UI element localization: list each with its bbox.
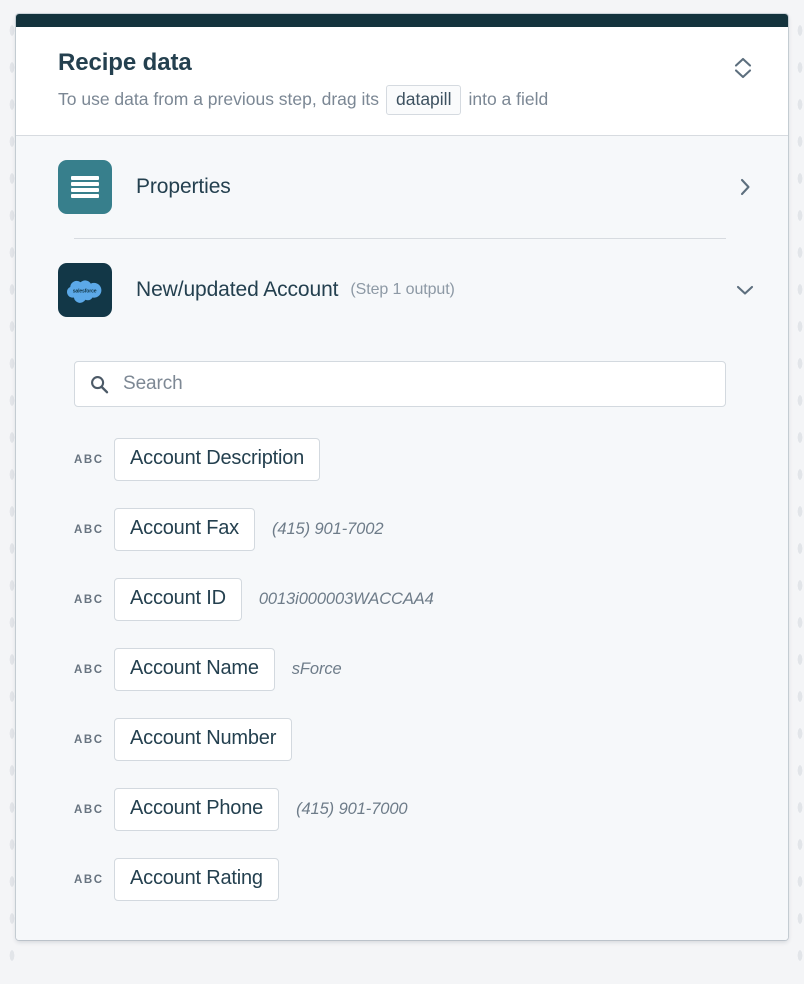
datapill-account-id[interactable]: Account ID [114, 578, 242, 622]
subtitle-text-after: into a field [468, 88, 549, 109]
svg-text:salesforce: salesforce [73, 288, 97, 294]
list-item[interactable]: ABC Account Name sForce [16, 635, 788, 705]
datapill-field-list: ABC Account Description ABC Account Fax … [16, 425, 788, 915]
section-account-label: New/updated Account [136, 277, 339, 301]
list-item[interactable]: ABC Account Description [16, 425, 788, 495]
datapill-account-name[interactable]: Account Name [114, 648, 275, 692]
search-field[interactable] [74, 360, 726, 407]
datapill-account-fax[interactable]: Account Fax [114, 508, 255, 552]
field-type-tag: ABC [74, 873, 104, 886]
field-sample-value: 0013i000003WACCAA4 [258, 590, 434, 609]
search-input[interactable] [121, 371, 711, 396]
list-lines-glyph [71, 175, 99, 198]
field-type-tag: ABC [74, 453, 104, 466]
list-item[interactable]: ABC Account Phone (415) 901-7000 [16, 775, 788, 845]
field-sample-value: sForce [291, 660, 342, 679]
section-new-updated-account[interactable]: salesforce New/updated Account (Step 1 o… [16, 239, 788, 341]
datapill-account-rating[interactable]: Account Rating [114, 858, 279, 902]
section-properties-label: Properties [136, 174, 231, 198]
datapill-account-description[interactable]: Account Description [114, 438, 321, 482]
field-type-tag: ABC [74, 523, 104, 536]
field-type-tag: ABC [74, 803, 104, 816]
list-item[interactable]: ABC Account Rating [16, 845, 788, 915]
panel-header: Recipe data To use data from a previous … [16, 27, 788, 136]
list-item[interactable]: ABC Account Number [16, 705, 788, 775]
datapill-account-number[interactable]: Account Number [114, 718, 293, 762]
field-type-tag: ABC [74, 593, 104, 606]
page-background-dots-left [0, 0, 16, 984]
chevron-down-icon[interactable] [732, 277, 758, 303]
chevron-right-icon[interactable] [732, 174, 758, 200]
subtitle-text-before: To use data from a previous step, drag i… [58, 88, 379, 109]
field-type-tag: ABC [74, 663, 104, 676]
section-properties[interactable]: Properties [16, 136, 788, 238]
field-sample-value: (415) 901-7002 [271, 520, 384, 539]
datapill-example[interactable]: datapill [386, 84, 462, 115]
field-sample-value: (415) 901-7000 [296, 800, 408, 819]
list-item[interactable]: ABC Account Fax (415) 901-7002 [16, 495, 788, 565]
panel-subtitle: To use data from a previous step, drag i… [58, 84, 760, 115]
salesforce-cloud-icon: salesforce [58, 262, 112, 317]
list-item[interactable]: ABC Account ID 0013i000003WACCAA4 [16, 565, 788, 635]
panel-top-accent-bar [16, 14, 788, 27]
field-type-tag: ABC [74, 733, 104, 746]
panel-body: Properties salesforce New/updated Accoun… [16, 135, 788, 940]
page-background-dots-right [788, 0, 804, 984]
chevron-up-down-icon[interactable] [728, 53, 758, 83]
page-title: Recipe data [58, 49, 192, 76]
recipe-data-panel: Recipe data To use data from a previous … [16, 14, 788, 940]
search-icon [89, 374, 109, 394]
datapill-account-phone[interactable]: Account Phone [114, 788, 280, 832]
section-account-sublabel: (Step 1 output) [350, 280, 455, 298]
list-lines-icon [58, 159, 112, 214]
